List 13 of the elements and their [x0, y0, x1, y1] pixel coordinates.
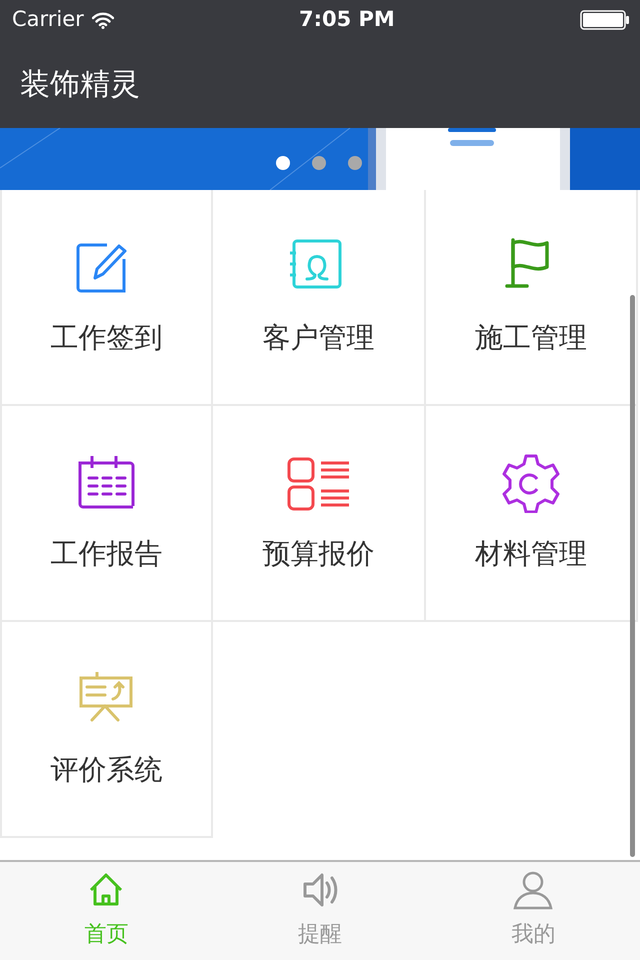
- menu-tile[interactable]: 预算报价: [213, 406, 426, 622]
- wifi-icon: [92, 12, 114, 28]
- person-icon: [513, 870, 554, 910]
- menu-tile[interactable]: 工作签到: [0, 190, 213, 406]
- menu-tile[interactable]: 施工管理: [426, 190, 638, 406]
- app-title: 装饰精灵: [20, 66, 140, 104]
- carrier-label: Carrier: [12, 6, 84, 34]
- menu-tile[interactable]: 材料管理: [426, 406, 638, 622]
- clock: 7:05 PM: [298, 6, 395, 34]
- menu-tile[interactable]: 工作报告: [0, 406, 213, 622]
- menu-tile[interactable]: 评价系统: [0, 622, 213, 838]
- battery-icon: [580, 10, 630, 30]
- menu-tile[interactable]: 客户管理: [213, 190, 426, 406]
